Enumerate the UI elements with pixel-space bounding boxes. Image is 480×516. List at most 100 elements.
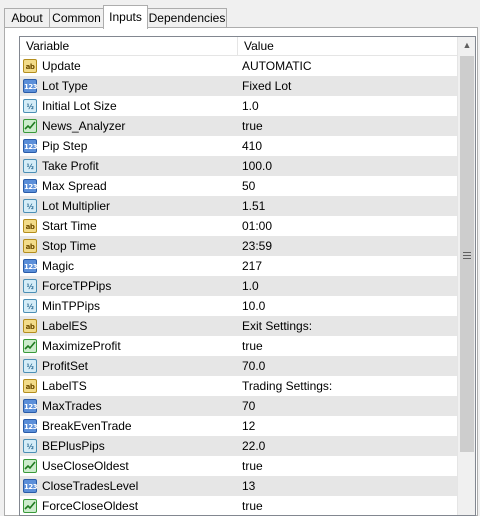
table-row[interactable]: News_Analyzer true: [20, 116, 457, 136]
table-row[interactable]: 123 Magic 217: [20, 256, 457, 276]
variable-name: ForceCloseOldest: [42, 499, 139, 513]
variable-value[interactable]: true: [242, 496, 452, 515]
list-header: Variable Value: [20, 37, 457, 56]
variable-value[interactable]: 12: [242, 416, 452, 436]
integer-type-icon: 123: [23, 139, 38, 153]
variable-value[interactable]: 1.0: [242, 96, 452, 116]
table-row[interactable]: 123 CloseTradesLevel 13: [20, 476, 457, 496]
variable-value[interactable]: 10.0: [242, 296, 452, 316]
boolean-type-icon: [23, 119, 37, 133]
variable-name: News_Analyzer: [42, 119, 126, 133]
variable-value[interactable]: 23:59: [242, 236, 452, 256]
table-row[interactable]: ½ MinTPPips 10.0: [20, 296, 457, 316]
variable-name: UseCloseOldest: [42, 459, 129, 473]
variable-name: BEPlusPips: [42, 439, 105, 453]
variable-value[interactable]: true: [242, 336, 452, 356]
variable-value[interactable]: 13: [242, 476, 452, 496]
table-row[interactable]: MaximizeProfit true: [20, 336, 457, 356]
column-header-variable[interactable]: Variable: [20, 37, 238, 55]
tab-about[interactable]: About: [4, 8, 50, 27]
variable-name: BreakEvenTrade: [42, 419, 132, 433]
variable-name: Take Profit: [42, 159, 99, 173]
variable-value[interactable]: 410: [242, 136, 452, 156]
variable-value[interactable]: 22.0: [242, 436, 452, 456]
inputs-list: Variable Value ab Update AUTOMATIC 123 Lot T…: [19, 36, 476, 516]
table-row[interactable]: 123 Pip Step 410: [20, 136, 457, 156]
variable-name: Max Spread: [42, 179, 107, 193]
variable-value[interactable]: AUTOMATIC: [242, 56, 452, 76]
string-type-icon: ab: [23, 319, 37, 333]
table-row[interactable]: ForceCloseOldest true: [20, 496, 457, 515]
variable-value[interactable]: Trading Settings:: [242, 376, 452, 396]
table-row[interactable]: ab Start Time 01:00: [20, 216, 457, 236]
double-type-icon: ½: [23, 279, 37, 293]
table-row[interactable]: ab Stop Time 23:59: [20, 236, 457, 256]
variable-name: Lot Type: [42, 79, 88, 93]
variable-value[interactable]: true: [242, 116, 452, 136]
variable-name: Initial Lot Size: [42, 99, 117, 113]
table-row[interactable]: ab LabelES Exit Settings:: [20, 316, 457, 336]
variable-name: Update: [42, 59, 81, 73]
variable-name: Pip Step: [42, 139, 88, 153]
variable-value[interactable]: true: [242, 456, 452, 476]
scrollbar-thumb[interactable]: [460, 56, 474, 452]
variable-value[interactable]: 100.0: [242, 156, 452, 176]
table-row[interactable]: ½ ProfitSet 70.0: [20, 356, 457, 376]
table-row[interactable]: 123 Lot Type Fixed Lot: [20, 76, 457, 96]
column-header-value[interactable]: Value: [238, 37, 457, 55]
variable-value[interactable]: 1.51: [242, 196, 452, 216]
table-row[interactable]: 123 Max Spread 50: [20, 176, 457, 196]
string-type-icon: ab: [23, 59, 37, 73]
variable-name: LabelES: [42, 319, 88, 333]
double-type-icon: ½: [23, 359, 37, 373]
table-row[interactable]: 123 MaxTrades 70: [20, 396, 457, 416]
tab-inputs[interactable]: Inputs: [103, 5, 148, 29]
variable-value[interactable]: 70.0: [242, 356, 452, 376]
integer-type-icon: 123: [23, 419, 38, 433]
variable-value[interactable]: 1.0: [242, 276, 452, 296]
integer-type-icon: 123: [23, 259, 38, 273]
integer-type-icon: 123: [23, 479, 38, 493]
variable-value[interactable]: 50: [242, 176, 452, 196]
table-row[interactable]: ½ ForceTPPips 1.0: [20, 276, 457, 296]
double-type-icon: ½: [23, 199, 37, 213]
boolean-type-icon: [23, 339, 37, 353]
variable-name: MinTPPips: [42, 299, 101, 313]
vertical-scrollbar[interactable]: ▲: [457, 37, 475, 515]
string-type-icon: ab: [23, 379, 37, 393]
integer-type-icon: 123: [23, 399, 38, 413]
variable-value[interactable]: 01:00: [242, 216, 452, 236]
double-type-icon: ½: [23, 99, 37, 113]
table-row[interactable]: ½ BEPlusPips 22.0: [20, 436, 457, 456]
boolean-type-icon: [23, 459, 37, 473]
variable-name: ForceTPPips: [42, 279, 112, 293]
variable-name: MaximizeProfit: [42, 339, 121, 353]
table-row[interactable]: ½ Initial Lot Size 1.0: [20, 96, 457, 116]
tab-common[interactable]: Common: [49, 8, 104, 27]
variable-value[interactable]: 217: [242, 256, 452, 276]
table-row[interactable]: ½ Take Profit 100.0: [20, 156, 457, 176]
string-type-icon: ab: [23, 239, 37, 253]
double-type-icon: ½: [23, 299, 37, 313]
input-rows: ab Update AUTOMATIC 123 Lot Type Fixed Lot ½ In…: [20, 56, 457, 515]
table-row[interactable]: ab Update AUTOMATIC: [20, 56, 457, 76]
variable-name: Magic: [42, 259, 75, 273]
variable-name: Lot Multiplier: [42, 199, 111, 213]
table-row[interactable]: 123 BreakEvenTrade 12: [20, 416, 457, 436]
table-row[interactable]: ½ Lot Multiplier 1.51: [20, 196, 457, 216]
string-type-icon: ab: [23, 219, 37, 233]
variable-value[interactable]: 70: [242, 396, 452, 416]
variable-value[interactable]: Fixed Lot: [242, 76, 452, 96]
scroll-up-icon[interactable]: ▲: [458, 37, 475, 54]
tab-dependencies[interactable]: Dependencies: [147, 8, 227, 27]
table-row[interactable]: UseCloseOldest true: [20, 456, 457, 476]
variable-name: MaxTrades: [42, 399, 102, 413]
table-row[interactable]: ab LabelTS Trading Settings:: [20, 376, 457, 396]
variable-name: ProfitSet: [42, 359, 89, 373]
tab-bar: About Common Inputs Dependencies: [0, 0, 480, 29]
variable-value[interactable]: Exit Settings:: [242, 316, 452, 336]
variable-name: Stop Time: [42, 239, 97, 253]
variable-name: CloseTradesLevel: [42, 479, 139, 493]
integer-type-icon: 123: [23, 79, 38, 93]
double-type-icon: ½: [23, 159, 37, 173]
